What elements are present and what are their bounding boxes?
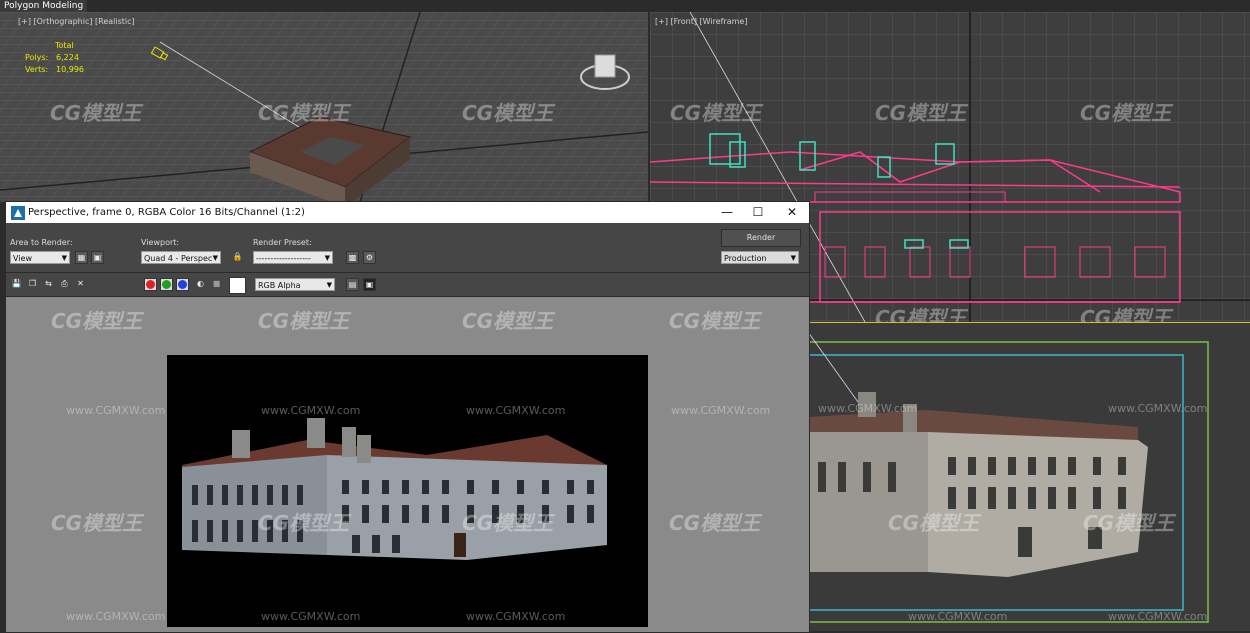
lock-icon[interactable]: 🔒 [231, 251, 244, 264]
render-frame-window[interactable]: Perspective, frame 0, RGBA Color 16 Bits… [5, 201, 810, 633]
watermark-url: www.CGMXW.com [818, 402, 918, 415]
area-to-render-label: Area to Render: [10, 238, 73, 247]
watermark-url: www.CGMXW.com [671, 404, 771, 417]
watermark-url: www.CGMXW.com [261, 610, 361, 623]
minimize-button[interactable]: — [712, 202, 742, 223]
maximize-button[interactable]: ☐ [743, 202, 773, 223]
render-preset-label: Render Preset: [253, 238, 312, 247]
red-channel-button[interactable] [144, 278, 157, 291]
green-channel-button[interactable] [160, 278, 173, 291]
render-canvas: CG模型王 CG模型王 CG模型王 CG模型王 CG模型王 CG模型王 CG模型… [6, 297, 809, 632]
watermark: CG模型王 [875, 101, 967, 125]
channel-dropdown[interactable]: RGB Alpha ▼ [255, 278, 335, 291]
watermark: CG模型王 [875, 306, 967, 322]
watermark: CG模型王 [670, 101, 762, 125]
rendered-image [167, 355, 648, 627]
production-dropdown[interactable]: Production ▼ [721, 251, 799, 264]
watermark-url: www.CGMXW.com [66, 404, 166, 417]
render-frame-title: Perspective, frame 0, RGBA Color 16 Bits… [28, 207, 305, 218]
stats-header: Total [55, 41, 74, 50]
building-model-perspective [808, 392, 1148, 577]
watermark: CG模型王 [462, 309, 554, 333]
watermark-url: www.CGMXW.com [1108, 610, 1208, 623]
watermark-url: www.CGMXW.com [1108, 402, 1208, 415]
area-to-render-dropdown[interactable]: View ▼ [10, 251, 70, 264]
viewport-perspective[interactable]: CG模型王 CG模型王 www.CGMXW.com www.CGMXW.com … [808, 322, 1250, 631]
save-image-icon[interactable]: 💾 [10, 278, 23, 291]
viewport-orthographic[interactable]: [+] [Orthographic] [Realistic] Total Pol… [0, 12, 648, 202]
watermark: CG模型王 [51, 309, 143, 333]
edit-region-icon[interactable]: ▦ [75, 251, 88, 264]
watermark-url: www.CGMXW.com [261, 404, 361, 417]
monochrome-icon[interactable]: ■ [210, 278, 223, 291]
verts-value: 10,996 [56, 65, 84, 74]
watermark: CG模型王 [888, 511, 980, 535]
display-toggle-icon[interactable]: ▤ [346, 278, 359, 291]
toggle-ui-icon[interactable]: ▣ [363, 278, 376, 291]
render-frame-toolbar: Area to Render: View ▼ ▦ ▣ Viewport: Quad… [6, 223, 809, 297]
alpha-channel-icon[interactable]: ◐ [194, 278, 207, 291]
render-preset-dropdown[interactable]: ------------------- ▼ [253, 251, 333, 264]
watermark: CG模型王 [258, 101, 350, 125]
color-swatch[interactable] [229, 277, 246, 294]
render-button[interactable]: Render [721, 229, 801, 247]
watermark-url: www.CGMXW.com [466, 610, 566, 623]
watermark: CG模型王 [50, 101, 142, 125]
close-button[interactable]: ✕ [777, 202, 807, 223]
watermark-url: www.CGMXW.com [908, 610, 1008, 623]
watermark: CG模型王 [1083, 511, 1175, 535]
watermark: CG模型王 [258, 309, 350, 333]
watermark: CG模型王 [462, 101, 554, 125]
viewport-label-tl[interactable]: [+] [Orthographic] [Realistic] [18, 17, 135, 26]
environment-icon[interactable]: ⚙ [363, 251, 376, 264]
app-logo-icon [11, 206, 25, 220]
print-icon[interactable]: ⎙ [58, 278, 71, 291]
viewport-label: Viewport: [141, 238, 180, 247]
rendered-building [182, 418, 607, 560]
perspective-view [808, 322, 1250, 623]
clone-frame-icon[interactable]: ⇆ [42, 278, 55, 291]
watermark: CG模型王 [1080, 101, 1172, 125]
render-frame-titlebar[interactable]: Perspective, frame 0, RGBA Color 16 Bits… [6, 202, 809, 223]
clear-icon[interactable]: ✕ [74, 278, 87, 291]
watermark: CG模型王 [462, 511, 554, 535]
verts-label: Verts: [25, 65, 49, 74]
watermark: CG模型王 [669, 511, 761, 535]
watermark: CG模型王 [1080, 306, 1172, 322]
auto-region-icon[interactable]: ▣ [91, 251, 104, 264]
viewport-dropdown[interactable]: Quad 4 - Perspec ▼ [141, 251, 221, 264]
copy-image-icon[interactable]: ❐ [26, 278, 39, 291]
watermark-url: www.CGMXW.com [466, 404, 566, 417]
polys-value: 6,224 [56, 53, 79, 62]
viewport-label-tr[interactable]: [+] [Front] [Wireframe] [655, 17, 747, 26]
blue-channel-button[interactable] [176, 278, 189, 291]
watermark: CG模型王 [258, 511, 350, 535]
render-setup-icon[interactable]: ▩ [346, 251, 359, 264]
watermark: CG模型王 [51, 511, 143, 535]
polys-label: Polys: [25, 53, 49, 62]
app-title-tab: Polygon Modeling [0, 0, 88, 12]
watermark: CG模型王 [669, 309, 761, 333]
watermark-url: www.CGMXW.com [66, 610, 166, 623]
